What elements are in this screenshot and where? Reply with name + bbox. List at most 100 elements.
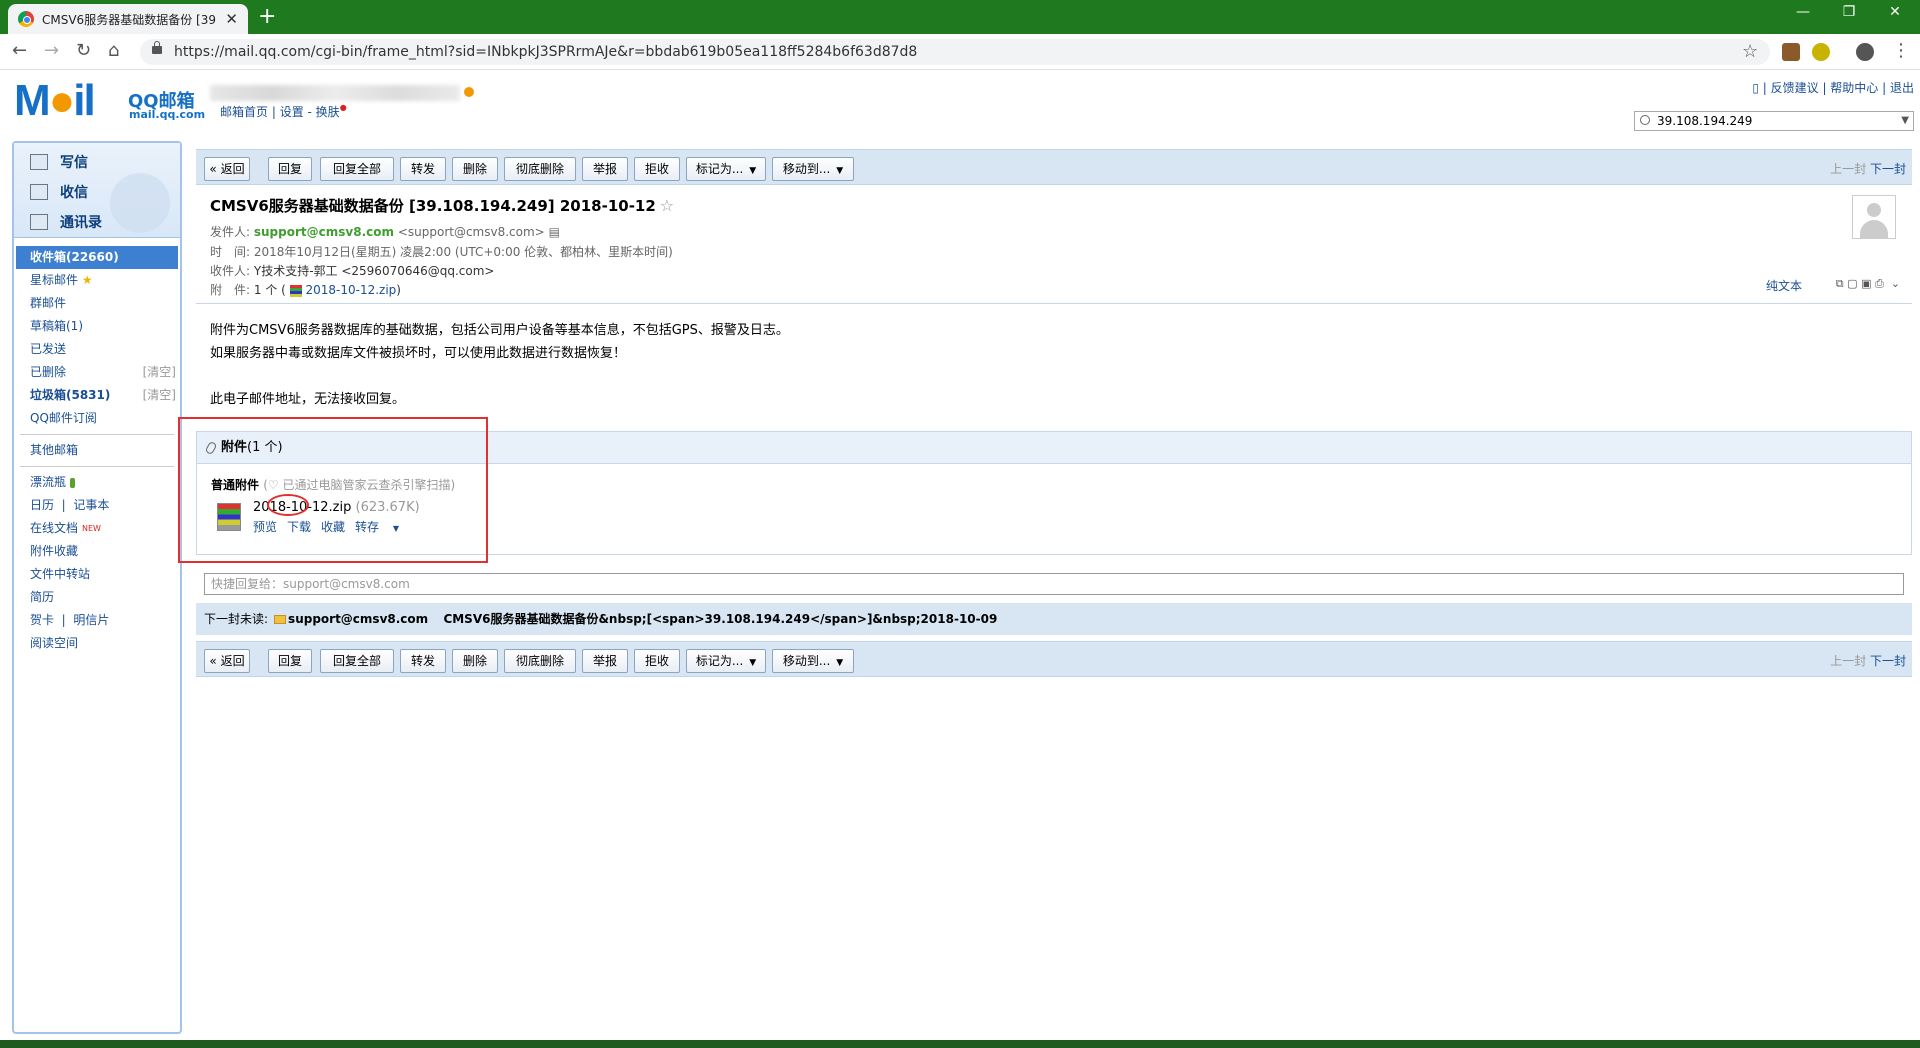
sidebar-item-inbox[interactable]: 收件箱(22660) [16, 246, 178, 269]
reply-all-button[interactable]: 回复全部 [320, 649, 394, 673]
sidebar-item-resume[interactable]: 简历 [16, 586, 178, 609]
sidebar-item-spam[interactable]: 垃圾箱(5831) [清空] [16, 384, 178, 407]
reload-icon[interactable]: ↻ [76, 41, 91, 61]
attach-link[interactable]: 2018-10-12.zip [305, 283, 396, 297]
forward-icon[interactable]: → [44, 41, 59, 61]
sidebar-item-deleted[interactable]: 已删除 [清空] [16, 361, 178, 384]
forward-button[interactable]: 转发 [400, 649, 446, 673]
prev-mail-link[interactable]: 上一封 [1830, 162, 1866, 176]
back-button[interactable]: « 返回 [204, 157, 250, 181]
sidebar-item-starred[interactable]: 星标邮件 ★ [16, 269, 178, 292]
plain-text-link[interactable]: 纯文本 [1766, 277, 1802, 294]
contact-card-icon[interactable]: ▤ [549, 225, 560, 239]
sender-label: 发件人: [210, 225, 251, 239]
reject-button[interactable]: 拒收 [634, 157, 680, 181]
profile-avatar-icon[interactable] [1856, 43, 1874, 61]
home-link[interactable]: 邮箱首页 [220, 105, 268, 119]
settings-link[interactable]: 设置 [280, 105, 304, 119]
chevron-down-icon: ▼ [749, 166, 757, 176]
next-unread-subject[interactable]: CMSV6服务器基础数据备份&nbsp;[<span>39.108.194.24… [443, 612, 997, 626]
sidebar-item-other-mailbox[interactable]: 其他邮箱 [16, 439, 178, 462]
sidebar-item-group[interactable]: 群邮件 [16, 292, 178, 315]
new-window-icon[interactable]: ⧉ [1836, 277, 1844, 290]
delete-permanently-button[interactable]: 彻底删除 [504, 157, 576, 181]
reply-button[interactable]: 回复 [268, 157, 312, 181]
clear-spam-link[interactable]: [清空] [143, 384, 176, 407]
notification-dot-icon[interactable] [464, 87, 474, 97]
prev-mail-link[interactable]: 上一封 [1830, 654, 1866, 668]
delete-permanently-button[interactable]: 彻底删除 [504, 649, 576, 673]
tab-close-icon[interactable]: ✕ [225, 10, 238, 28]
sidebar-item-drafts[interactable]: 草稿箱(1) [16, 315, 178, 338]
report-button[interactable]: 举报 [582, 649, 628, 673]
mark-as-dropdown[interactable]: 标记为... ▼ [686, 157, 766, 181]
delete-button[interactable]: 删除 [452, 649, 498, 673]
sidebar-item-attachment-favorites[interactable]: 附件收藏 [16, 540, 178, 563]
star-icon[interactable]: ☆ [660, 196, 674, 215]
sidebar-item-calendar[interactable]: 日历 | 记事本 [16, 494, 178, 517]
prev-next-nav: 上一封 下一封 [1830, 160, 1906, 177]
mobile-icon[interactable]: ▯ [1752, 81, 1759, 95]
qqmail-logo[interactable]: M●il [14, 79, 96, 123]
sidebar-item-subscriptions[interactable]: QQ邮件订阅 [16, 407, 178, 430]
delete-button[interactable]: 删除 [452, 157, 498, 181]
window-restore-button[interactable]: ❐ [1826, 4, 1872, 20]
chevron-down-icon[interactable]: ▼ [1901, 112, 1909, 130]
home-icon[interactable]: ⌂ [108, 41, 119, 61]
comment-icon[interactable]: ▢ [1847, 277, 1857, 290]
sender-avatar[interactable] [1852, 195, 1896, 239]
browser-tab-bar: CMSV6服务器基础数据备份 [39 ✕ + — ❐ ✕ [0, 0, 1920, 34]
window-close-button[interactable]: ✕ [1872, 4, 1918, 20]
move-to-dropdown[interactable]: 移动到... ▼ [772, 649, 854, 673]
sidebar-item-file-transfer[interactable]: 文件中转站 [16, 563, 178, 586]
extension-icon[interactable] [1812, 43, 1830, 61]
new-badge: NEW [82, 524, 101, 533]
back-button[interactable]: « 返回 [204, 649, 250, 673]
browser-menu-icon[interactable]: ⋮ [1892, 41, 1910, 61]
window-minimize-button[interactable]: — [1780, 4, 1826, 20]
sidebar-item-online-docs[interactable]: 在线文档 NEW [16, 517, 178, 540]
subject-text: CMSV6服务器基础数据备份 [39.108.194.249] 2018-10-… [210, 197, 656, 215]
sender-name[interactable]: support@cmsv8.com [254, 225, 394, 239]
reply-all-button[interactable]: 回复全部 [320, 157, 394, 181]
move-to-dropdown[interactable]: 移动到... ▼ [772, 157, 854, 181]
feedback-link[interactable]: 反馈建议 [1771, 81, 1819, 95]
quick-reply-input[interactable]: 快捷回复给：support@cmsv8.com [204, 573, 1904, 595]
bookmark-star-icon[interactable]: ☆ [1742, 42, 1758, 62]
new-tab-button[interactable]: + [258, 5, 276, 29]
expand-icon[interactable]: ⌄ [1891, 277, 1900, 290]
penguin-decoration [110, 173, 170, 233]
print-icon[interactable]: ⎙ [1875, 277, 1884, 290]
skin-link[interactable]: 换肤 [316, 105, 340, 119]
sidebar-item-greeting-cards[interactable]: 贺卡 | 明信片 [16, 609, 178, 632]
next-unread-sender[interactable]: support@cmsv8.com [288, 612, 428, 626]
receive-button[interactable]: 收信 [30, 182, 88, 202]
contacts-button[interactable]: 通讯录 [30, 212, 102, 232]
next-mail-link[interactable]: 下一封 [1870, 654, 1906, 668]
reject-button[interactable]: 拒收 [634, 649, 680, 673]
url-field[interactable]: https://mail.qq.com/cgi-bin/frame_html?s… [140, 39, 1770, 65]
help-link[interactable]: 帮助中心 [1830, 81, 1878, 95]
sidebar-item-sent[interactable]: 已发送 [16, 338, 178, 361]
forward-button[interactable]: 转发 [400, 157, 446, 181]
browser-tab[interactable]: CMSV6服务器基础数据备份 [39 ✕ [8, 4, 248, 34]
mail-search-input[interactable]: 39.108.194.249 ▼ [1634, 111, 1914, 131]
sidebar-item-reading-space[interactable]: 阅读空间 [16, 632, 178, 655]
back-icon[interactable]: ← [12, 41, 27, 61]
next-mail-link[interactable]: 下一封 [1870, 162, 1906, 176]
email-subject: CMSV6服务器基础数据备份 [39.108.194.249] 2018-10-… [210, 195, 674, 216]
postcard-link[interactable]: 明信片 [73, 613, 109, 627]
logout-link[interactable]: 退出 [1890, 81, 1914, 95]
url-text: https://mail.qq.com/cgi-bin/frame_html?s… [174, 44, 918, 60]
sidebar-item-drift-bottle[interactable]: 漂流瓶 [16, 471, 178, 494]
write-button[interactable]: 写信 [30, 152, 88, 172]
report-button[interactable]: 举报 [582, 157, 628, 181]
save-icon[interactable]: ▣ [1861, 277, 1871, 290]
tool-label: 阅读空间 [30, 636, 79, 650]
notepad-link[interactable]: 记事本 [73, 498, 109, 512]
tool-label: 日历 [30, 498, 55, 512]
mark-as-dropdown[interactable]: 标记为... ▼ [686, 649, 766, 673]
reply-button[interactable]: 回复 [268, 649, 312, 673]
clear-deleted-link[interactable]: [清空] [143, 361, 176, 384]
extension-icon[interactable] [1782, 43, 1800, 61]
